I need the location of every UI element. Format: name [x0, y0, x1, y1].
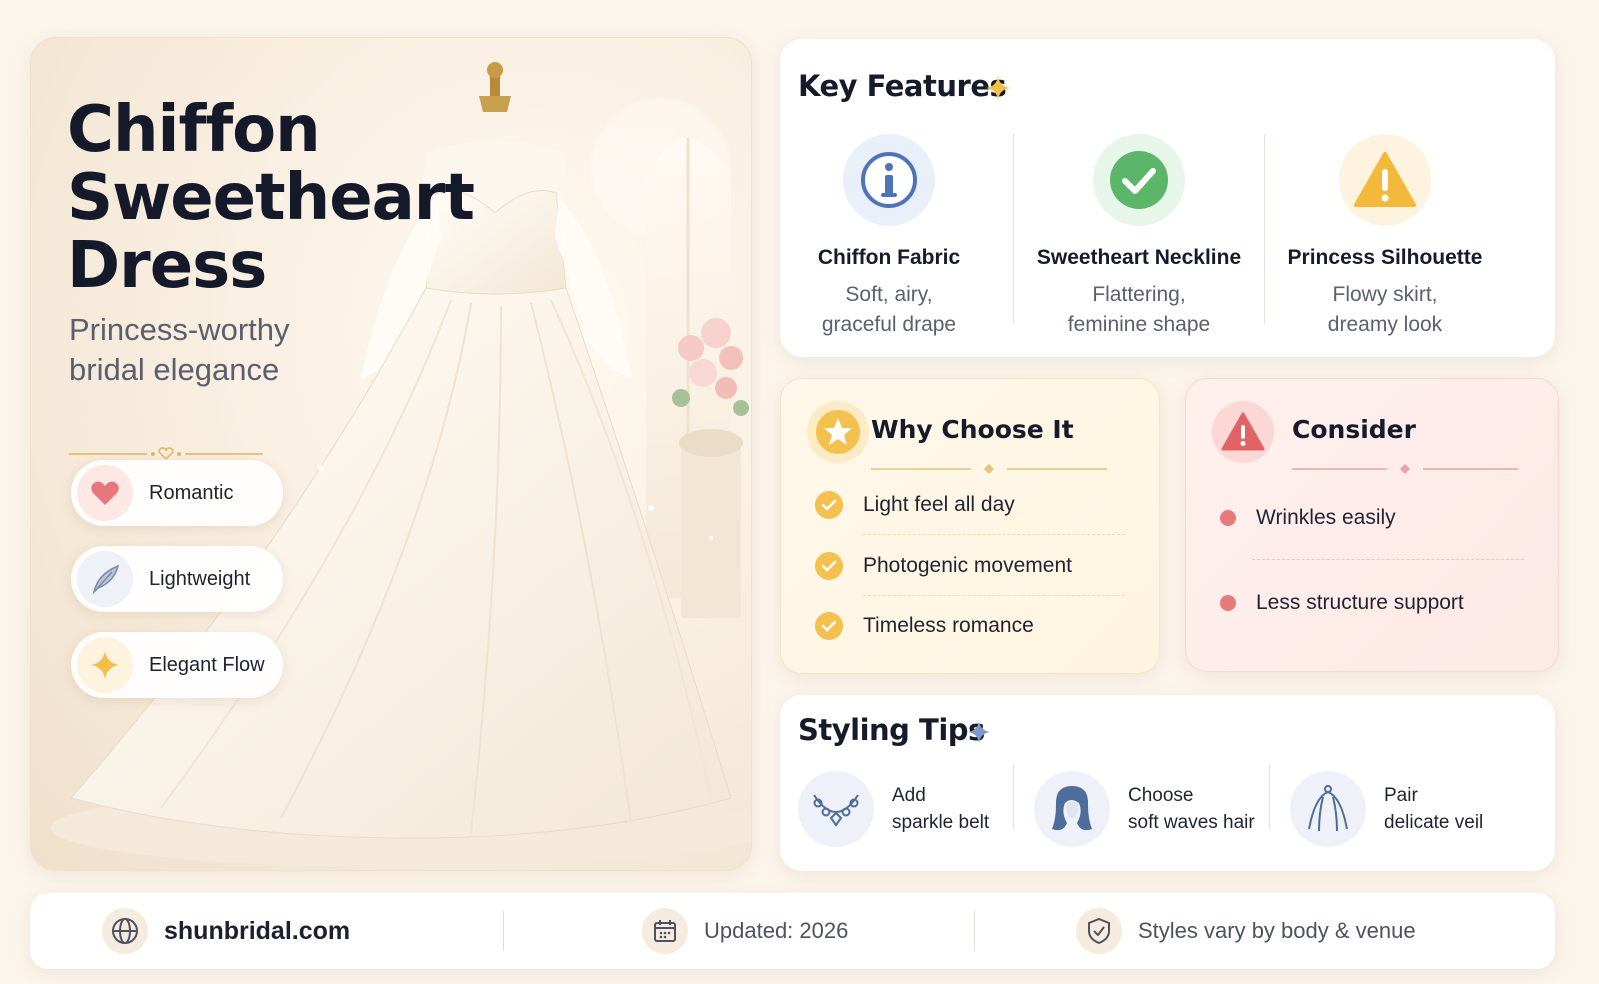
sparkle-icon [77, 637, 133, 693]
tip-line: delicate veil [1384, 812, 1484, 833]
benefit-label: Timeless romance [863, 614, 1034, 637]
title-line: Dress [67, 229, 267, 303]
title-line: Chiffon [67, 93, 321, 167]
tag-romantic: Romantic [71, 460, 283, 526]
divider [503, 911, 504, 951]
tip-line: sparkle belt [892, 812, 990, 833]
consider-card: Consider Wrinkles easily Less structure … [1185, 378, 1559, 672]
tag-lightweight: Lightweight [71, 546, 283, 612]
feature-desc-line: feminine shape [1067, 313, 1211, 336]
globe-icon [102, 908, 148, 954]
why-choose-card: Why Choose It Light feel all day Photoge… [780, 378, 1160, 674]
tip-text: Add sparkle belt [892, 782, 989, 836]
benefit-item: Photogenic movement [815, 552, 1072, 580]
feature-name: Princess Silhouette [1287, 246, 1483, 269]
product-subtitle: Princess-worthy bridal elegance [69, 310, 290, 390]
tip-text: Pair delicate veil [1384, 782, 1483, 836]
necklace-icon [798, 771, 874, 847]
bullet-icon [1220, 510, 1236, 526]
consideration-label: Less structure support [1256, 591, 1464, 614]
tip-text: Choose soft waves hair [1128, 782, 1255, 836]
benefit-label: Photogenic movement [863, 554, 1072, 577]
styling-tips-card: Styling Tips Add sparkle belt Choose sof… [780, 695, 1555, 871]
feature-name: Chiffon Fabric [817, 246, 961, 269]
why-choose-title: Why Choose It [871, 415, 1074, 444]
check-circle-icon [1093, 134, 1185, 226]
info-icon [843, 134, 935, 226]
tip-line: Pair [1384, 785, 1418, 806]
shield-check-icon [1076, 908, 1122, 954]
subtitle-line: Princess-worthy [69, 312, 290, 347]
hero-panel: Chiffon Sweetheart Dress Princess-worthy… [30, 37, 752, 871]
feature-princess-silhouette: Princess Silhouette Flowy skirt, dreamy … [1260, 134, 1510, 340]
bullet-icon [1220, 595, 1236, 611]
feature-desc-line: Flowy skirt, [1332, 283, 1438, 306]
updated-text: Updated: 2026 [704, 918, 849, 943]
feature-description: Flowy skirt, dreamy look [1260, 280, 1510, 340]
feature-description: Soft, airy, graceful drape [764, 280, 1014, 340]
consideration-item: Less structure support [1214, 591, 1464, 615]
tip-soft-waves-hair: Choose soft waves hair [1034, 771, 1255, 847]
feature-desc-line: Soft, airy, [845, 283, 933, 306]
consideration-label: Wrinkles easily [1256, 506, 1396, 529]
sparkle-icon [986, 76, 1010, 100]
tag-label: Romantic [149, 481, 234, 504]
feature-desc-line: Flattering, [1092, 283, 1186, 306]
feature-chiffon-fabric: Chiffon Fabric Soft, airy, graceful drap… [764, 134, 1014, 340]
heart-icon [77, 465, 133, 521]
tip-line: soft waves hair [1128, 812, 1255, 833]
consideration-item: Wrinkles easily [1214, 506, 1396, 530]
check-icon [815, 552, 843, 580]
alert-icon [1212, 401, 1274, 463]
divider [1292, 464, 1518, 474]
divider [1013, 765, 1014, 829]
tip-delicate-veil: Pair delicate veil [1290, 771, 1483, 847]
feature-description: Flattering, feminine shape [1014, 280, 1264, 340]
styling-tips-title: Styling Tips [798, 713, 985, 747]
tip-line: Choose [1128, 785, 1194, 806]
tip-sparkle-belt: Add sparkle belt [798, 771, 989, 847]
veil-icon [1290, 771, 1366, 847]
divider [863, 534, 1125, 535]
website-link[interactable]: shunbridal.com [164, 917, 350, 946]
check-icon [815, 491, 843, 519]
feature-name: Sweetheart Neckline [1036, 246, 1242, 269]
benefit-item: Timeless romance [815, 612, 1034, 640]
tag-elegant-flow: Elegant Flow [71, 632, 283, 698]
divider [974, 911, 975, 951]
sparkle-icon [968, 721, 990, 743]
feature-sweetheart-neckline: Sweetheart Neckline Flattering, feminine… [1014, 134, 1264, 340]
divider [863, 595, 1125, 596]
feature-desc-line: dreamy look [1327, 313, 1443, 336]
footer-website[interactable]: shunbridal.com [102, 893, 350, 969]
calendar-icon [642, 908, 688, 954]
divider [1252, 559, 1524, 560]
benefit-item: Light feel all day [815, 491, 1015, 519]
feature-desc-line: graceful drape [821, 313, 957, 336]
tip-line: Add [892, 785, 926, 806]
key-features-card: Key Features Chiffon Fabric Soft, airy, … [780, 39, 1555, 357]
check-icon [815, 612, 843, 640]
warning-icon [1339, 134, 1431, 226]
subtitle-line: bridal elegance [69, 352, 280, 387]
benefit-label: Light feel all day [863, 493, 1015, 516]
footer-updated: Updated: 2026 [642, 893, 848, 969]
star-icon [807, 401, 869, 463]
footer-bar: shunbridal.com Updated: 2026 Styles vary… [30, 893, 1555, 969]
divider [1269, 765, 1270, 829]
footer-note: Styles vary by body & venue [1076, 893, 1416, 969]
title-line: Sweetheart [67, 161, 475, 235]
product-title: Chiffon Sweetheart Dress [67, 93, 475, 303]
consider-title: Consider [1292, 415, 1416, 444]
key-features-title: Key Features [798, 69, 1007, 103]
hair-icon [1034, 771, 1110, 847]
tag-label: Elegant Flow [149, 653, 265, 676]
tag-label: Lightweight [149, 567, 251, 590]
divider [871, 464, 1107, 474]
feather-icon [77, 551, 133, 607]
disclaimer-text: Styles vary by body & venue [1138, 918, 1416, 943]
